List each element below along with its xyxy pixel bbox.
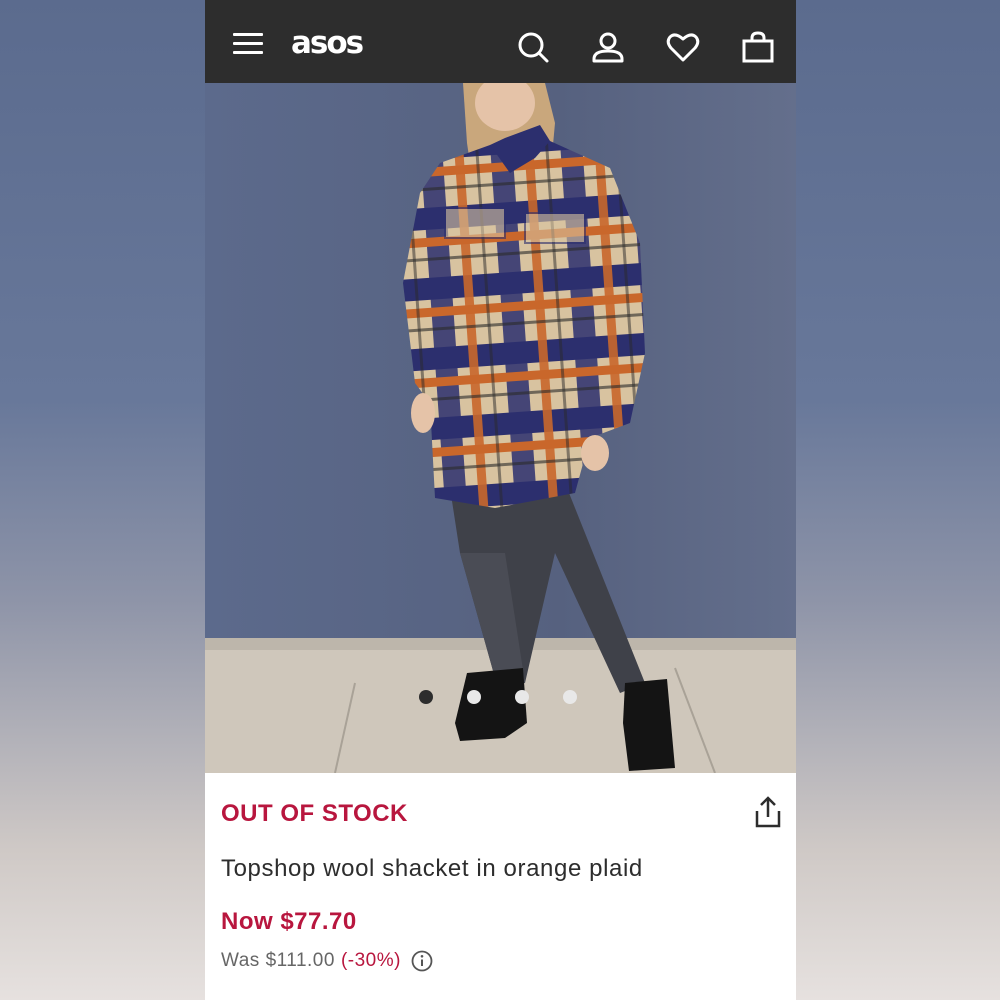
- info-icon[interactable]: [411, 950, 433, 972]
- stock-status: OUT OF STOCK: [221, 800, 408, 827]
- top-navigation-bar: asos: [205, 0, 796, 83]
- search-icon[interactable]: [516, 30, 550, 64]
- carousel-dot-2[interactable]: [467, 690, 481, 704]
- carousel-dot-1[interactable]: [419, 690, 433, 704]
- previous-price-row: Was $111.00 (-30%): [221, 950, 433, 972]
- asos-logo[interactable]: asos: [291, 25, 364, 61]
- current-price: Now $77.70: [221, 908, 357, 935]
- account-icon[interactable]: [591, 30, 625, 64]
- carousel-dot-4[interactable]: [563, 690, 577, 704]
- heart-icon[interactable]: [666, 30, 700, 64]
- menu-icon[interactable]: [233, 33, 263, 55]
- bag-icon[interactable]: [741, 30, 775, 64]
- product-info-panel: OUT OF STOCK Topshop wool shacket in ora…: [205, 773, 796, 1000]
- carousel-dot-3[interactable]: [515, 690, 529, 704]
- app-screen: asos OUT OF STOCK Topshop wool shacket i…: [205, 0, 796, 1000]
- was-price: Was $111.00: [221, 950, 335, 971]
- product-title: Topshop wool shacket in orange plaid: [221, 855, 643, 882]
- discount-percentage: (-30%): [340, 950, 401, 971]
- product-photo: [205, 83, 796, 773]
- product-image-carousel[interactable]: [205, 83, 796, 773]
- share-icon[interactable]: [753, 795, 783, 829]
